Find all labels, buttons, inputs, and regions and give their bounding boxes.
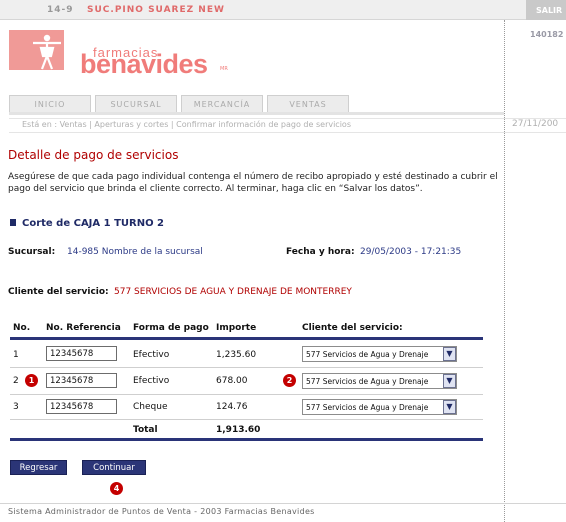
- back-button[interactable]: Regresar: [10, 460, 67, 475]
- cliente-label: Cliente del servicio:: [8, 287, 109, 297]
- current-date: 27/11/200: [512, 119, 559, 129]
- fecha-label: Fecha y hora:: [286, 247, 355, 257]
- top-bar: 14-9 SUC.PINO SUAREZ NEW SALIR: [0, 0, 566, 20]
- branch-code: 14-9: [47, 5, 74, 15]
- row-divider: [10, 394, 483, 395]
- terminal-id: 140182: [530, 30, 564, 39]
- breadcrumb: Está en : Ventas | Aperturas y cortes | …: [22, 120, 351, 129]
- page-title: Detalle de pago de servicios: [8, 148, 179, 162]
- chevron-down-icon[interactable]: ▼: [443, 374, 456, 388]
- divider: [9, 118, 566, 119]
- payment-method: Efectivo: [133, 350, 170, 360]
- row-number: 2: [13, 376, 19, 386]
- row-number: 1: [13, 350, 19, 360]
- chevron-down-icon[interactable]: ▼: [443, 347, 456, 361]
- right-divider: [504, 20, 505, 522]
- corte-heading: Corte de CAJA 1 TURNO 2: [22, 218, 165, 229]
- row-divider: [10, 419, 483, 420]
- tab-underline: [9, 112, 504, 115]
- client-select[interactable]: 577 Servicios de Agua y Drenaje: [302, 399, 457, 415]
- exit-button[interactable]: SALIR: [526, 0, 566, 20]
- tab-sucursal[interactable]: SUCURSAL: [95, 95, 177, 113]
- footer-text: Sistema Administrador de Puntos de Venta…: [8, 507, 315, 516]
- amount: 1,235.60: [216, 350, 257, 360]
- reference-input[interactable]: [46, 373, 117, 388]
- chevron-down-icon[interactable]: ▼: [443, 400, 456, 414]
- amount: 678.00: [216, 376, 248, 386]
- row-divider: [10, 367, 483, 368]
- table-header-line: [10, 337, 483, 340]
- continue-button[interactable]: Continuar: [82, 460, 146, 475]
- column-header-importe: Importe: [216, 323, 257, 333]
- fecha-value: 29/05/2003 - 17:21:35: [360, 247, 462, 257]
- table-footer-line: [10, 438, 483, 441]
- divider: [9, 132, 566, 133]
- payment-method: Cheque: [133, 402, 168, 412]
- callout-badge-2: 2: [283, 374, 296, 387]
- sucursal-value: 14-985 Nombre de la sucursal: [67, 247, 203, 257]
- callout-badge-4: 4: [110, 482, 123, 495]
- tab-inicio[interactable]: INICIO: [9, 95, 91, 113]
- total-label: Total: [133, 425, 158, 435]
- tab-mercancia[interactable]: MERCANCÍA: [181, 95, 263, 113]
- tab-ventas[interactable]: VENTAS: [267, 95, 349, 113]
- column-header-referencia: No. Referencia: [46, 323, 121, 333]
- amount: 124.76: [216, 402, 248, 412]
- reference-input[interactable]: [46, 399, 117, 414]
- bullet-icon: [10, 219, 16, 226]
- client-select[interactable]: 577 Servicios de Agua y Drenaje: [302, 373, 457, 389]
- logo-mark: MR: [220, 66, 228, 72]
- total-value: 1,913.60: [216, 425, 261, 435]
- column-header-no: No.: [13, 323, 31, 333]
- page-description: Asegúrese de que cada pago individual co…: [8, 172, 498, 194]
- branch-name: SUC.PINO SUAREZ NEW: [87, 5, 225, 15]
- row-number: 3: [13, 402, 19, 412]
- footer-divider: [0, 503, 566, 504]
- logo-text-big: benavides: [80, 49, 208, 79]
- reference-input[interactable]: [46, 346, 117, 361]
- client-select[interactable]: 577 Servicios de Agua y Drenaje: [302, 346, 457, 362]
- payment-method: Efectivo: [133, 376, 170, 386]
- column-header-cliente: Cliente del servicio:: [302, 323, 403, 333]
- callout-badge-1: 1: [25, 374, 38, 387]
- logo-figure-icon: [33, 34, 61, 70]
- sucursal-label: Sucursal:: [8, 247, 56, 257]
- column-header-forma-pago: Forma de pago: [133, 323, 209, 333]
- cliente-value: 577 SERVICIOS DE AGUA Y DRENAJE DE MONTE…: [114, 287, 352, 297]
